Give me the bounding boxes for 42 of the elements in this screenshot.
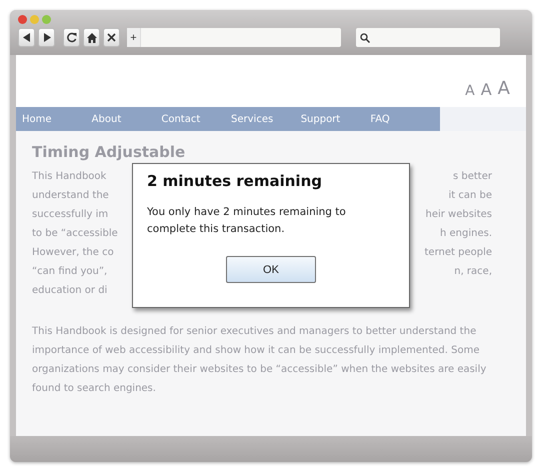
nav-link[interactable]: Contact [161,114,232,124]
nav-link[interactable]: Home [22,114,92,124]
paragraph-fragment: s better [453,171,492,182]
paragraph-fragment: to be “accessible [32,228,118,239]
forward-icon [42,33,50,42]
paragraph-fragment: However, the co [32,247,114,258]
back-icon [22,33,30,42]
add-button[interactable]: + [127,28,141,47]
nav-link[interactable]: Services [231,114,301,124]
text-size-button[interactable]: A [480,80,492,99]
search-icon [360,32,370,42]
home-icon [86,32,96,42]
paragraph-fragment: understand the [32,190,109,201]
paragraph-fragment: h engines. [440,228,492,239]
dialog-message: You only have 2 minutes remaining to complete this transaction. [147,205,347,237]
paragraph-fragment: it can be [448,190,492,201]
forward-button[interactable] [38,28,55,47]
reload-icon [66,32,76,43]
paragraph: This Handbook is designed for senior executives and managers to better understand the importance of web accessibility and show how it can be successfully implemented. Some organizations may consider their websites to be “accessible” when the websites are easily found to search engines. [32,325,488,396]
paragraph-fragment: “can find you”, [32,266,108,277]
reload-button[interactable] [63,28,80,47]
dialog-title: 2 minutes remaining [147,172,323,190]
close-icon [107,33,116,42]
nav-link[interactable]: Support [300,114,370,124]
search-field[interactable] [356,28,500,47]
address-field[interactable]: + [127,28,341,47]
page-heading: Timing Adjustable [32,143,186,161]
stop-button[interactable] [103,28,120,47]
text-size-button[interactable]: A [498,78,510,99]
paragraph-fragment: This Handbook [32,171,106,182]
text-size-button[interactable]: A [465,83,475,99]
paragraph-fragment: n, race, [454,266,492,277]
ok-button[interactable]: OK [226,256,316,283]
paragraph-fragment: education or di [32,285,108,296]
home-button[interactable] [83,28,100,47]
paragraph-fragment: heir websites [425,209,492,220]
close-light[interactable] [18,15,27,24]
nav-link[interactable]: FAQ [370,114,440,124]
back-button[interactable] [18,28,35,47]
nav-link[interactable]: About [92,114,162,124]
paragraph-fragment: ternet people [424,247,492,258]
paragraph-fragment: successfully im [32,209,108,220]
